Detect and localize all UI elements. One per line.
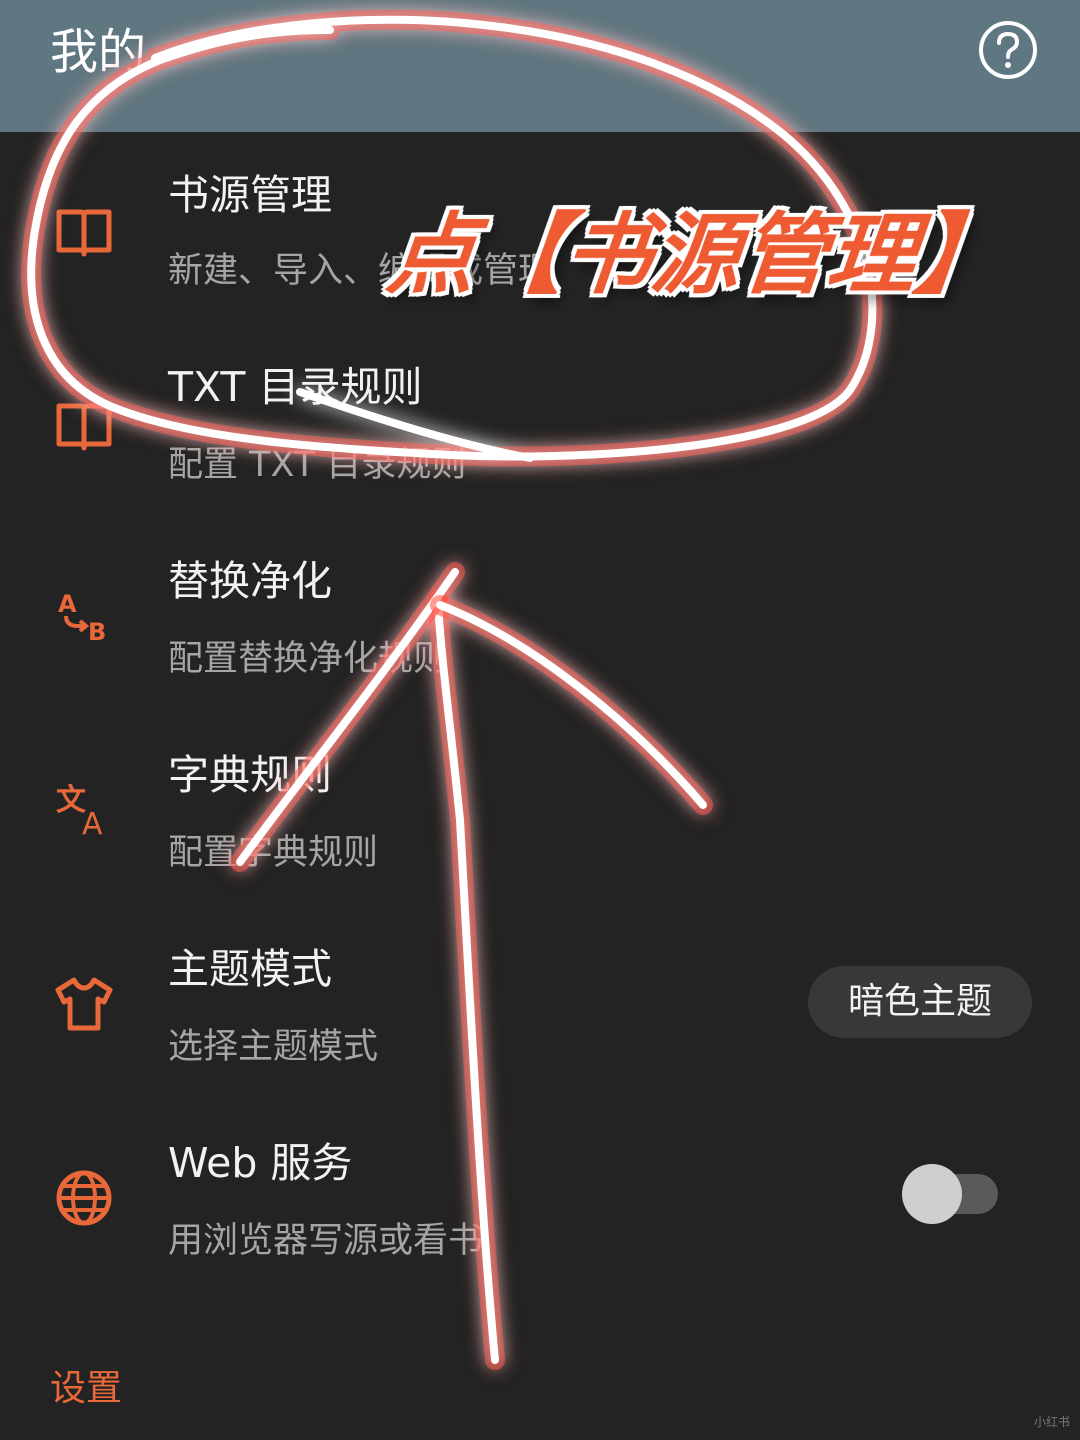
translate-icon: 文 A xyxy=(56,783,103,840)
book-open-icon xyxy=(56,209,112,257)
svg-text:A: A xyxy=(82,807,103,840)
svg-text:B: B xyxy=(88,618,106,646)
item-title: 字典规则 xyxy=(168,751,332,799)
item-title: 书源管理 xyxy=(168,171,332,219)
item-description: 配置替换净化规则 xyxy=(168,639,449,679)
annotation-callout-text: 点【书源管理】 xyxy=(382,203,1010,306)
item-description: 选择主题模式 xyxy=(168,1027,379,1067)
globe-icon xyxy=(56,1170,112,1226)
tshirt-icon xyxy=(55,977,113,1031)
item-title: TXT 目录规则 xyxy=(168,363,423,411)
web-service-toggle[interactable] xyxy=(900,1162,1000,1226)
page-title: 我的 xyxy=(50,24,147,80)
item-description: 用浏览器写源或看书 xyxy=(168,1221,484,1261)
book-open-icon xyxy=(56,403,112,451)
item-description: 配置 TXT 目录规则 xyxy=(168,445,467,485)
section-label-settings: 设置 xyxy=(50,1368,123,1409)
item-title: 替换净化 xyxy=(168,557,332,605)
help-button[interactable] xyxy=(978,20,1038,80)
menu-item-txt-toc-rules[interactable]: TXT 目录规则 配置 TXT 目录规则 xyxy=(0,330,1080,524)
item-title: 主题模式 xyxy=(168,945,332,993)
watermark: 小红书 xyxy=(1034,1415,1071,1429)
replace-icon: A B xyxy=(58,590,106,646)
menu-item-replace-rules[interactable]: A B 替换净化 配置替换净化规则 xyxy=(0,524,1080,718)
top-app-bar: 我的 xyxy=(0,0,1080,132)
item-title: Web 服务 xyxy=(168,1139,353,1187)
help-circle-icon xyxy=(979,21,1037,79)
theme-mode-value-button[interactable]: 暗色主题 xyxy=(808,966,1032,1038)
item-description: 配置字典规则 xyxy=(168,833,379,873)
toggle-thumb xyxy=(902,1164,962,1224)
app-screen: 我的 书源管理 新建、导入、编辑或管理 TXT 目录规则 配置 TXT 目录规则… xyxy=(0,0,1080,1440)
menu-item-dictionary-rules[interactable]: 文 A 字典规则 配置字典规则 xyxy=(0,718,1080,912)
svg-text:A: A xyxy=(58,590,77,618)
